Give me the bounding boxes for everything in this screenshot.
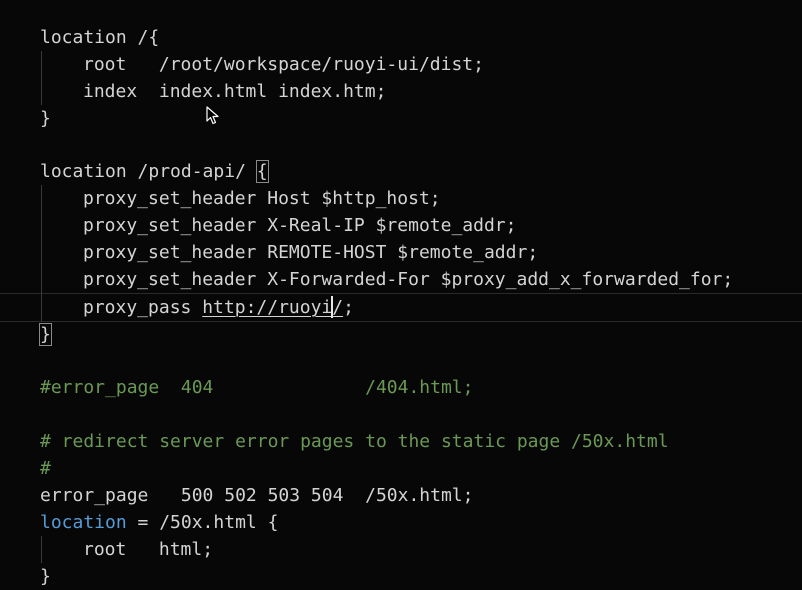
code-line-2: root /root/workspace/ruoyi-ui/dist;	[83, 54, 484, 75]
code-line-16: # redirect server error pages to the sta…	[40, 431, 669, 452]
mouse-pointer-icon	[206, 106, 219, 125]
code-line-10: proxy_set_header X-Forwarded-For $proxy_…	[83, 269, 734, 290]
code-line-20: root html;	[83, 539, 214, 560]
code-line-18: error_page 500 502 503 504 /50x.html;	[40, 485, 474, 506]
code-line-4: }	[40, 108, 51, 129]
url-slash: /	[332, 297, 344, 318]
matching-bracket-close: }	[39, 323, 52, 346]
code-text: = /50x.html {	[126, 512, 279, 533]
code-text: ;	[343, 297, 354, 318]
code-line-14: #error_page 404 /404.html;	[40, 377, 474, 398]
code-line-9: proxy_set_header REMOTE-HOST $remote_add…	[83, 242, 539, 263]
code-line-7: proxy_set_header Host $http_host;	[83, 188, 441, 209]
code-editor[interactable]: location /{ root /root/workspace/ruoyi-u…	[0, 0, 802, 590]
code-line-12: }	[39, 321, 52, 348]
code-line-21: }	[40, 566, 51, 587]
code-text: location /prod-api/	[40, 161, 257, 182]
url-text: http://ruoyi	[202, 297, 333, 318]
code-text: proxy_pass	[83, 297, 203, 318]
code-line-6: location /prod-api/ {	[40, 158, 269, 185]
matching-bracket-open: {	[255, 160, 269, 183]
url-link[interactable]: http://ruoyi/	[202, 296, 344, 318]
code-line-17: #	[40, 458, 51, 479]
code-line-19: location = /50x.html {	[40, 509, 278, 536]
code-line-11: proxy_pass http://ruoyi/;	[40, 294, 354, 321]
code-line-8: proxy_set_header X-Real-IP $remote_addr;	[83, 215, 517, 236]
code-line-3: index index.html index.htm;	[83, 81, 387, 102]
keyword-location: location	[40, 512, 127, 533]
code-line-1: location /{	[40, 27, 160, 48]
